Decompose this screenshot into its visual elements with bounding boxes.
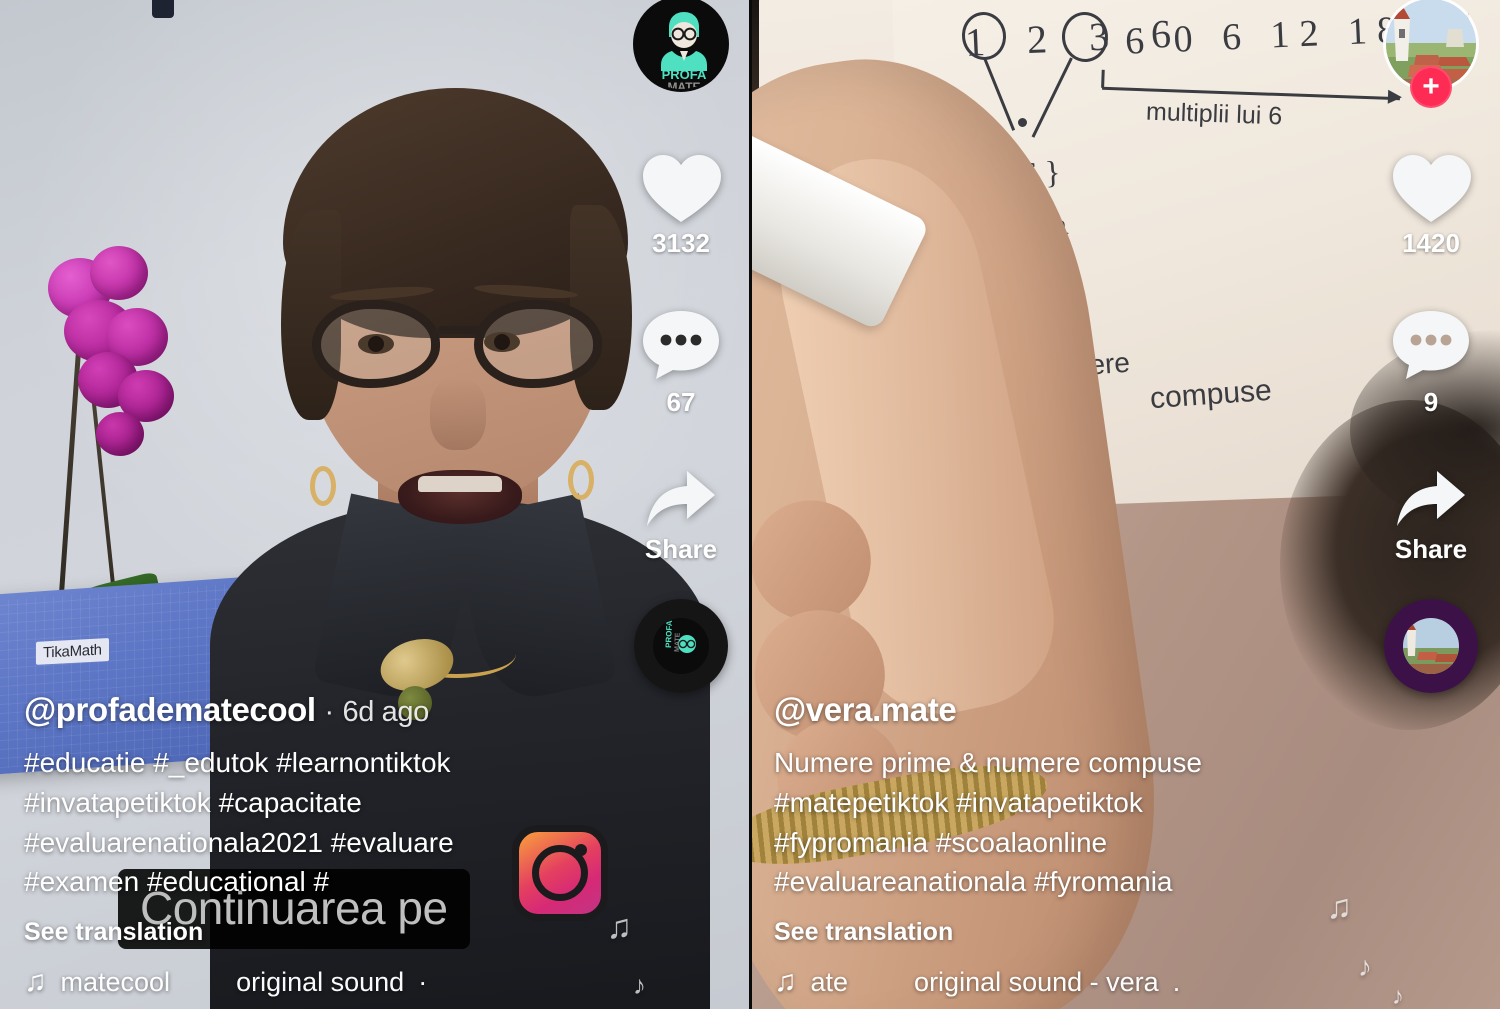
music-note-icon: ♫	[24, 965, 47, 998]
music-note-icon: ♫	[606, 908, 633, 946]
action-rail-right: + 1420 9 Share	[1372, 0, 1490, 693]
author-handle-row[interactable]: @profadematecool · 6d ago	[24, 691, 554, 729]
heart-icon[interactable]	[639, 150, 723, 226]
like-count: 3132	[652, 228, 710, 258]
music-note-icon: ♫	[774, 965, 797, 998]
sound-row-right[interactable]: ♫ ate original sound - vera .	[774, 965, 1304, 999]
post-timestamp: 6d ago	[342, 696, 430, 728]
share-label: Share	[644, 534, 718, 564]
hashtag-line[interactable]: #invatapetiktok #capacitate	[24, 783, 554, 823]
comment-action-left[interactable]: 67	[639, 307, 723, 418]
sound-title[interactable]: original sound	[236, 967, 404, 998]
caption-description[interactable]: Numere prime & numere compuse #matepetik…	[774, 743, 1304, 902]
overlay-left: Continuarea pe ♫ ♪ PROFA MATE 3132 67 Sh…	[0, 0, 750, 1009]
author-handle[interactable]: @profadematecool	[24, 691, 316, 728]
panel-divider	[749, 0, 752, 1009]
like-action-left[interactable]: 3132	[639, 150, 723, 259]
like-action-right[interactable]: 1420	[1389, 150, 1473, 259]
hashtag-line[interactable]: #examen #educational #	[24, 862, 554, 902]
follow-button[interactable]: +	[1410, 66, 1452, 108]
comment-count: 67	[666, 387, 696, 417]
hashtag-line[interactable]: #educatie #_edutok #learnontiktok	[24, 743, 554, 783]
heart-icon[interactable]	[1389, 150, 1473, 226]
sound-author[interactable]: ate	[811, 967, 849, 998]
svg-text:PROFA: PROFA	[664, 620, 674, 648]
avatar[interactable]: +	[1383, 0, 1479, 108]
svg-text:MATE: MATE	[667, 80, 700, 92]
music-note-icon: ♪	[633, 970, 646, 1000]
like-count: 1420	[1402, 228, 1460, 258]
feed-panel-left[interactable]: TikaMath Continuarea pe ♫ ♪ PROFA MATE 3…	[0, 0, 750, 1009]
action-rail-left: PROFA MATE 3132 67 Share PROFA MATE	[622, 0, 740, 693]
see-translation-link[interactable]: See translation	[24, 918, 554, 947]
comment-count: 9	[1423, 387, 1439, 417]
hashtag-line[interactable]: #evaluarenationala2021 #evaluare	[24, 823, 554, 863]
hashtag-line[interactable]: #evaluareanationala #fyromania	[774, 862, 1304, 902]
music-disc[interactable]	[1384, 599, 1478, 693]
share-action-right[interactable]: Share	[1391, 466, 1471, 565]
comment-action-right[interactable]: 9	[1389, 307, 1473, 418]
sound-trailing: .	[1172, 966, 1181, 997]
sound-title[interactable]: original sound - vera	[914, 967, 1159, 998]
author-handle-row[interactable]: @vera.mate	[774, 691, 1304, 729]
tiktok-feed-stage: TikaMath Continuarea pe ♫ ♪ PROFA MATE 3…	[0, 0, 1500, 1009]
feed-panel-right[interactable]: 1 2 3 6 6 0 6 12 18 24 multiplii lui 6 ,…	[750, 0, 1500, 1009]
hashtag-line[interactable]: #matepetiktok #invatapetiktok	[774, 783, 1304, 823]
music-note-icon: ♫	[1326, 888, 1353, 926]
caption-title-line[interactable]: Numere prime & numere compuse	[774, 743, 1304, 783]
share-label: Share	[1394, 534, 1468, 564]
svg-text:MATE: MATE	[674, 632, 682, 652]
caption-left: @profadematecool · 6d ago #educatie #_ed…	[24, 691, 554, 1009]
comment-icon[interactable]	[1389, 307, 1473, 385]
avatar[interactable]: PROFA MATE	[633, 0, 729, 92]
music-note-icon: ♪	[1392, 983, 1404, 1009]
sound-author[interactable]: matecool	[61, 967, 171, 998]
share-action-left[interactable]: Share	[641, 466, 721, 565]
hashtag-line[interactable]: #fypromania #scoalaonline	[774, 823, 1304, 863]
author-handle[interactable]: @vera.mate	[774, 691, 957, 728]
caption-separator: ·	[324, 696, 334, 728]
overlay-right: ♫ ♪ ♪ + 1420 9 Share @vera.mate Numere p…	[750, 0, 1500, 1009]
music-note-icon: ♪	[1358, 951, 1372, 982]
music-disc-artwork: PROFA MATE	[653, 618, 709, 674]
music-disc-artwork	[1403, 618, 1459, 674]
caption-description[interactable]: #educatie #_edutok #learnontiktok #invat…	[24, 743, 554, 902]
music-disc[interactable]: PROFA MATE	[634, 599, 728, 693]
share-icon[interactable]	[1391, 466, 1471, 532]
comment-icon[interactable]	[639, 307, 723, 385]
share-icon[interactable]	[641, 466, 721, 532]
see-translation-link[interactable]: See translation	[774, 918, 1304, 947]
caption-right: @vera.mate Numere prime & numere compuse…	[774, 691, 1304, 1009]
sound-trailing: ·	[418, 966, 428, 997]
sound-row-left[interactable]: ♫ matecool original sound ·	[24, 965, 554, 999]
avatar-image-profa-de-mate[interactable]: PROFA MATE	[633, 0, 729, 92]
